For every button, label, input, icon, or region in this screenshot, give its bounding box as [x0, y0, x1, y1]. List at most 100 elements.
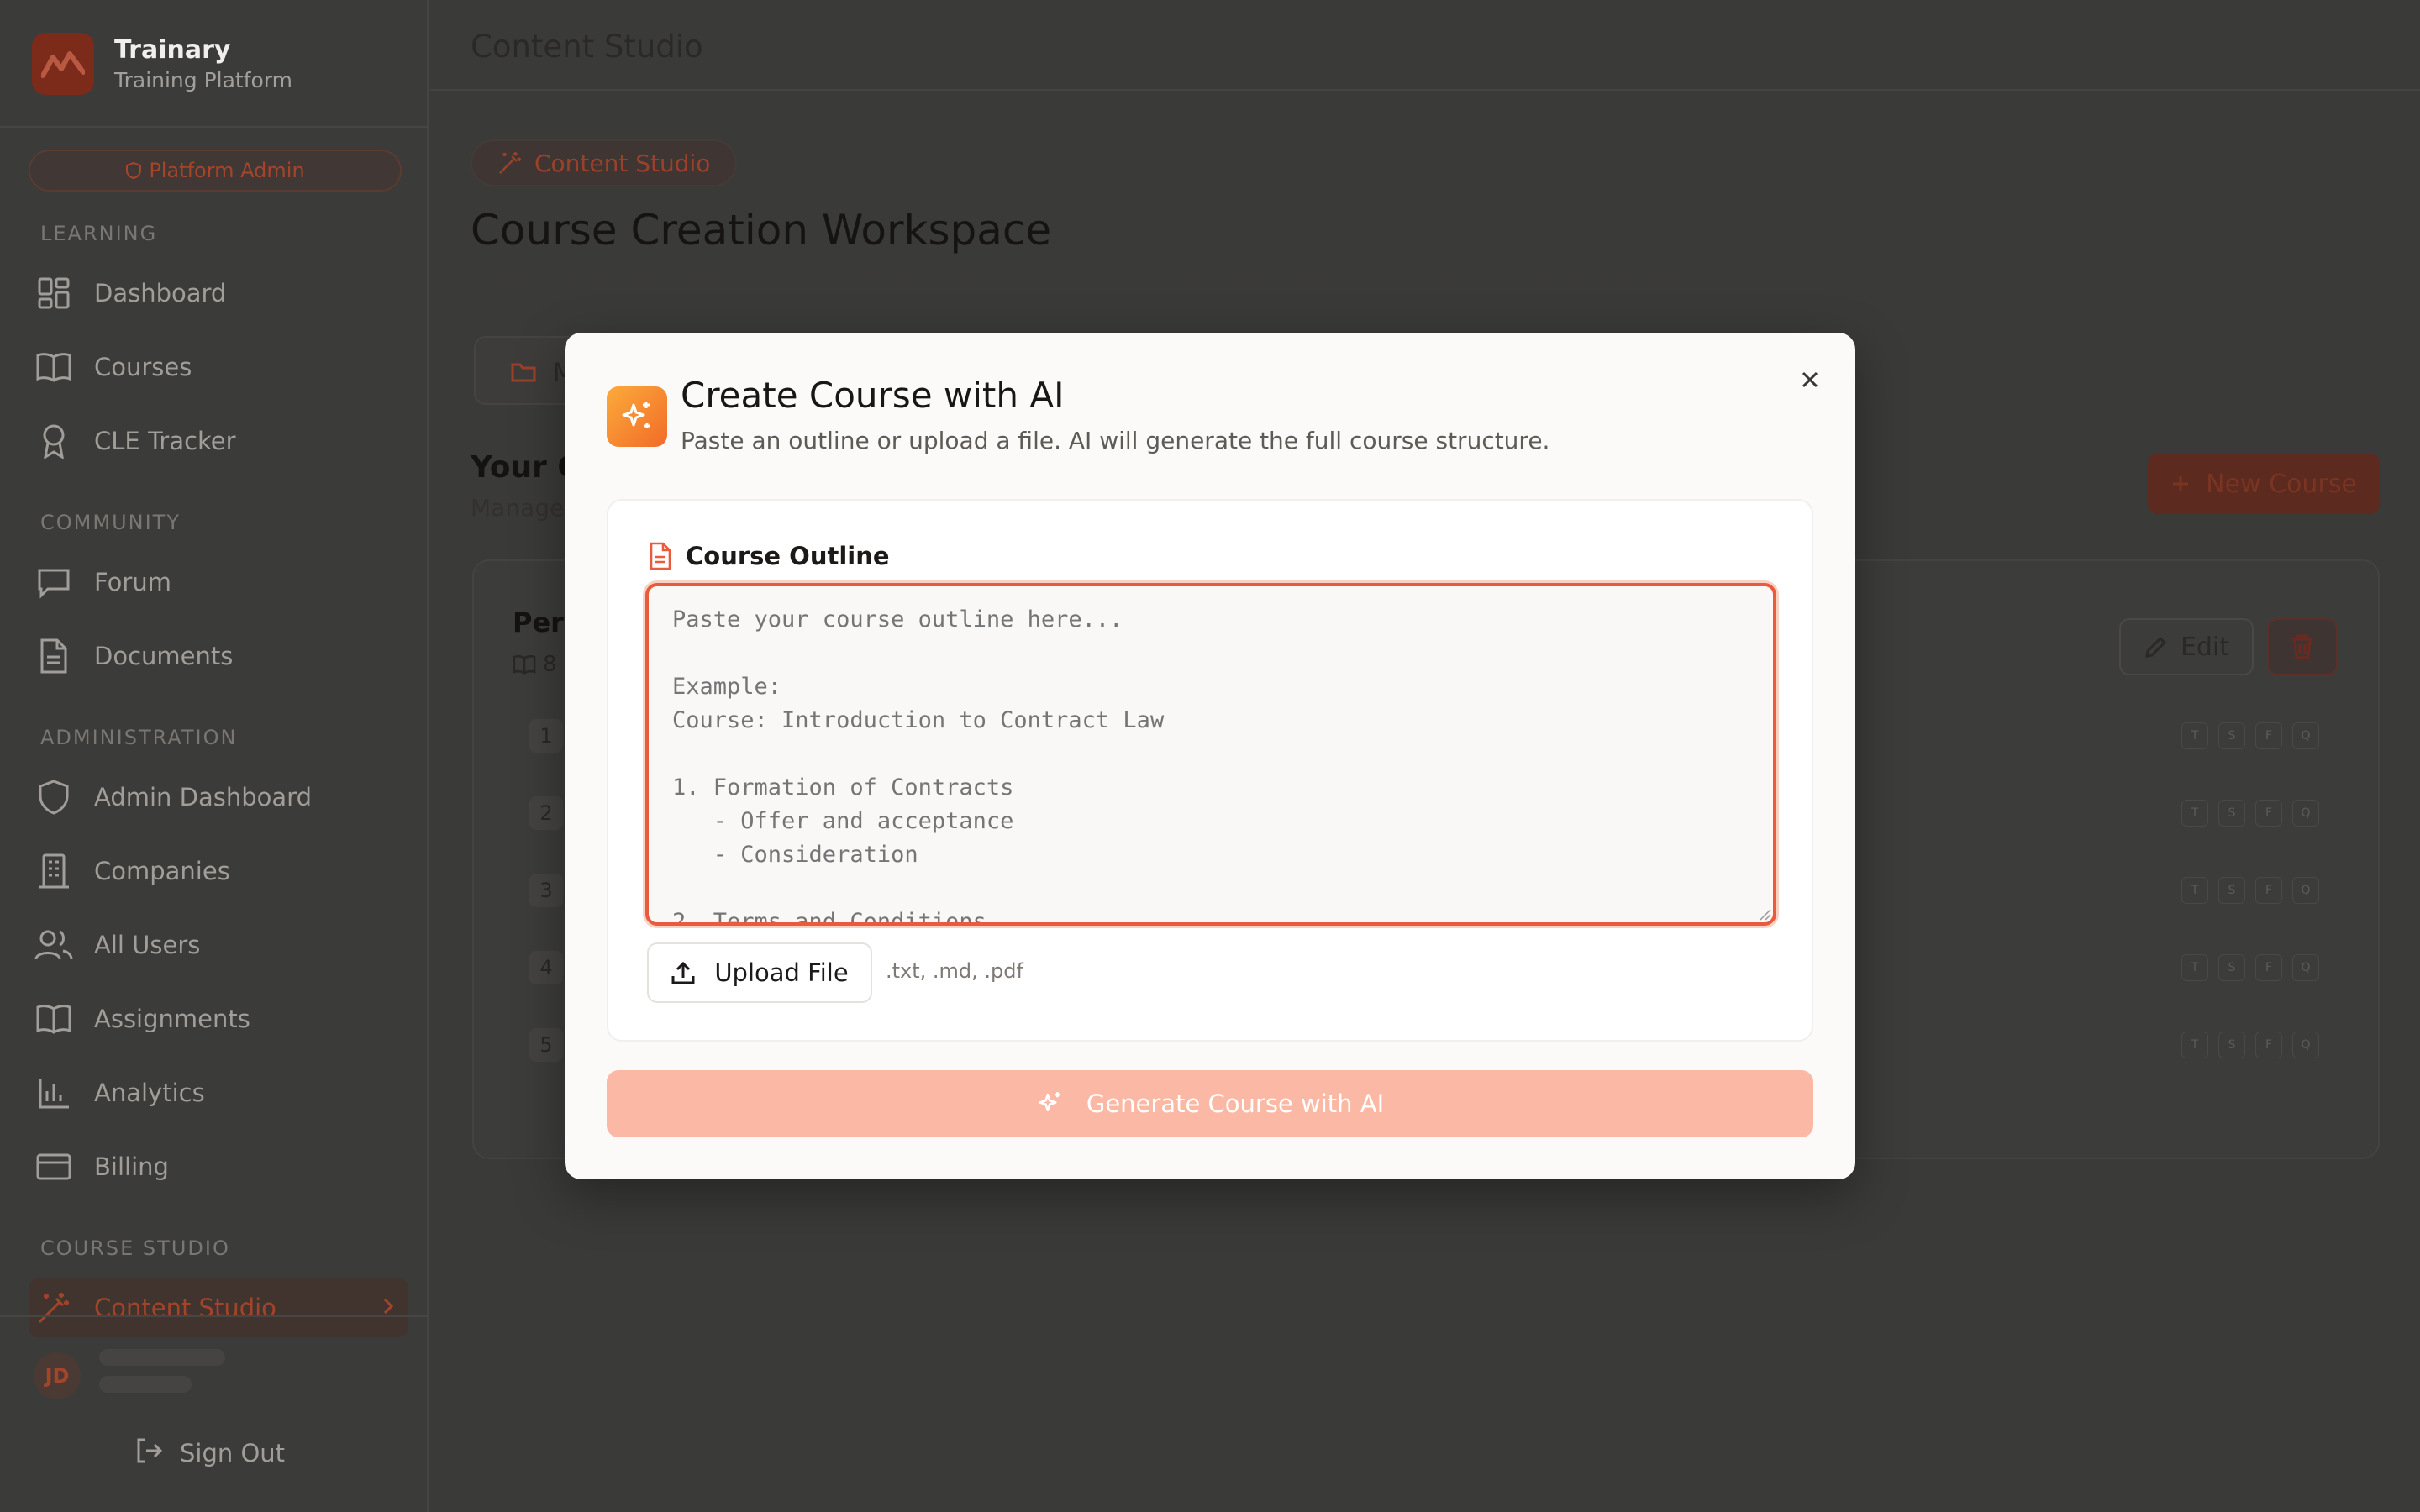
- brand-name: Trainary: [114, 35, 231, 65]
- sign-out-button[interactable]: Sign Out: [134, 1430, 285, 1477]
- section-title: Your C: [471, 450, 580, 485]
- module-row-number: 3: [529, 874, 563, 907]
- create-course-ai-dialog: Create Course with AI Paste an outline o…: [565, 333, 1855, 1179]
- trainary-logo-icon: [32, 33, 94, 95]
- section-label-administration: ADMINISTRATION: [40, 726, 238, 749]
- tag-q: Q: [2292, 877, 2319, 904]
- sidebar-item-label: CLE Tracker: [94, 427, 236, 455]
- tag-s: S: [2218, 877, 2245, 904]
- brand[interactable]: Trainary Training Platform: [32, 30, 292, 97]
- dialog-title: Create Course with AI: [681, 375, 1065, 416]
- divider: [0, 1315, 429, 1317]
- book-icon: [34, 347, 74, 387]
- bar-chart-icon: [34, 1073, 74, 1113]
- sidebar-item-billing[interactable]: Billing: [34, 1137, 403, 1196]
- delete-course-button[interactable]: [2267, 618, 2338, 675]
- sidebar-item-courses[interactable]: Courses: [34, 338, 403, 396]
- trash-icon: [2292, 634, 2312, 659]
- section-label-course-studio: COURSE STUDIO: [40, 1236, 230, 1260]
- tag-q: Q: [2292, 800, 2319, 827]
- textarea-resize-handle[interactable]: [1758, 907, 1771, 921]
- user-info-redacted: [99, 1349, 250, 1403]
- new-course-label: New Course: [2206, 469, 2357, 499]
- sign-out-label: Sign Out: [180, 1439, 286, 1467]
- users-icon: [34, 925, 74, 965]
- course-meta: 8: [513, 652, 557, 677]
- credit-card-icon: [34, 1147, 74, 1187]
- tag-q: Q: [2292, 722, 2319, 749]
- sidebar-item-cle-tracker[interactable]: CLE Tracker: [34, 412, 403, 470]
- tag-t: T: [2181, 954, 2208, 981]
- topbar: Content Studio: [430, 0, 2420, 91]
- sidebar-item-label: Dashboard: [94, 279, 227, 307]
- tag-t: T: [2181, 722, 2208, 749]
- edit-label: Edit: [2180, 632, 2230, 662]
- sparkles-icon: [1039, 1092, 1060, 1112]
- content-studio-pill: Content Studio: [471, 139, 738, 186]
- new-course-button[interactable]: New Course: [2148, 454, 2380, 514]
- generate-course-label: Generate Course with AI: [1086, 1089, 1385, 1118]
- sidebar-item-content-studio[interactable]: Content Studio: [29, 1278, 408, 1337]
- sidebar: Trainary Training Platform Platform Admi…: [0, 0, 429, 1512]
- course-outline-input[interactable]: [645, 583, 1776, 926]
- sidebar-item-label: Billing: [94, 1152, 169, 1181]
- sidebar-item-analytics[interactable]: Analytics: [34, 1063, 403, 1122]
- sidebar-item-label: Documents: [94, 642, 234, 670]
- pencil-icon: [2145, 636, 2167, 658]
- sidebar-item-label: Content Studio: [94, 1294, 276, 1322]
- tag-f: F: [2255, 800, 2282, 827]
- upload-file-button[interactable]: Upload File: [647, 942, 872, 1003]
- divider: [0, 126, 429, 128]
- tag-f: F: [2255, 954, 2282, 981]
- tag-q: Q: [2292, 954, 2319, 981]
- page-subtitle: Create, edit, and manage courses with al…: [471, 265, 1718, 293]
- generate-course-button[interactable]: Generate Course with AI: [607, 1070, 1813, 1137]
- sidebar-item-dashboard[interactable]: Dashboard: [34, 264, 403, 323]
- award-icon: [34, 421, 74, 461]
- course-module-count: 8: [543, 652, 557, 677]
- sidebar-item-label: All Users: [94, 931, 201, 959]
- sidebar-item-forum[interactable]: Forum: [34, 553, 403, 612]
- folder-icon: [511, 363, 536, 382]
- sidebar-item-label: Admin Dashboard: [94, 783, 312, 811]
- sidebar-item-companies[interactable]: Companies: [34, 842, 403, 900]
- upload-file-label: Upload File: [714, 958, 849, 987]
- section-label-community: COMMUNITY: [40, 511, 181, 534]
- wand-icon: [34, 1288, 74, 1328]
- plus-icon: [2173, 476, 2189, 491]
- sidebar-item-all-users[interactable]: All Users: [34, 916, 403, 974]
- app-root: Trainary Training Platform Platform Admi…: [0, 0, 2420, 1512]
- sidebar-item-documents[interactable]: Documents: [34, 627, 403, 685]
- course-outline-label: Course Outline: [649, 539, 890, 573]
- module-row-number: 2: [529, 796, 563, 830]
- tag-s: S: [2218, 722, 2245, 749]
- edit-course-button[interactable]: Edit: [2119, 618, 2254, 675]
- sidebar-item-admin-dashboard[interactable]: Admin Dashboard: [34, 768, 403, 827]
- platform-admin-badge: Platform Admin: [29, 150, 402, 192]
- book-icon: [513, 654, 536, 675]
- shield-icon: [126, 161, 142, 180]
- sidebar-item-assignments[interactable]: Assignments: [34, 990, 403, 1048]
- sidebar-item-label: Assignments: [94, 1005, 250, 1033]
- dialog-subtitle: Paste an outline or upload a file. AI wi…: [681, 427, 1550, 454]
- tag-f: F: [2255, 877, 2282, 904]
- page-header-title: Content Studio: [471, 29, 703, 65]
- tag-s: S: [2218, 800, 2245, 827]
- close-icon: [1802, 371, 1818, 388]
- section-label-learning: LEARNING: [40, 222, 158, 245]
- chevron-right-icon: [381, 1294, 395, 1322]
- sidebar-item-label: Courses: [94, 353, 192, 381]
- avatar[interactable]: JD: [34, 1352, 81, 1399]
- sidebar-item-label: Analytics: [94, 1079, 205, 1107]
- page-title: Course Creation Workspace: [471, 206, 1052, 255]
- close-button[interactable]: [1791, 361, 1828, 398]
- sidebar-item-label: Companies: [94, 857, 230, 885]
- document-icon: [34, 636, 74, 676]
- brand-subtitle: Training Platform: [114, 68, 293, 92]
- tag-t: T: [2181, 800, 2208, 827]
- tag-s: S: [2218, 1032, 2245, 1058]
- dashboard-icon: [34, 273, 74, 313]
- book-icon: [34, 999, 74, 1039]
- section-subtitle: Manage: [471, 494, 565, 522]
- module-row-number: 1: [529, 719, 563, 753]
